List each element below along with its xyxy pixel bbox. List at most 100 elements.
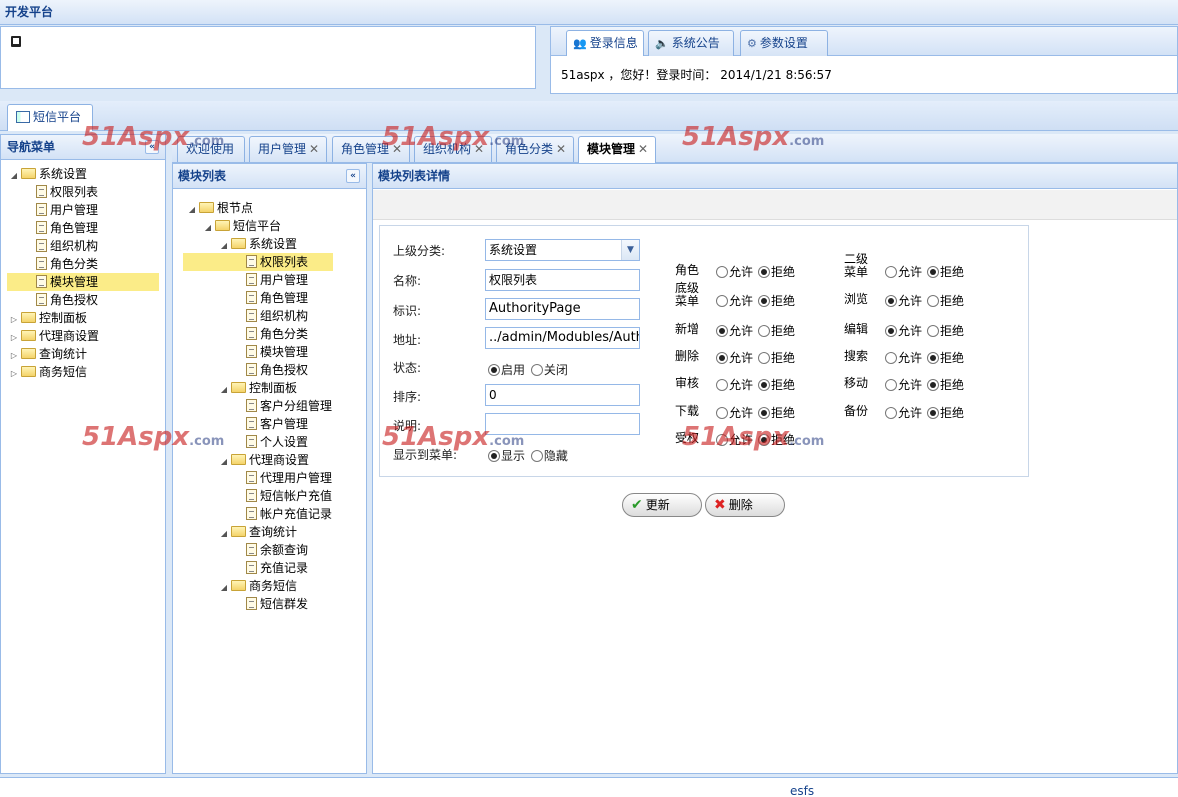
allow-radio[interactable] xyxy=(716,352,728,364)
deny-radio[interactable] xyxy=(758,379,771,391)
tree-item[interactable]: 角色授权 xyxy=(7,291,98,309)
deny-label: 拒绝 xyxy=(771,324,796,338)
top-tab-1[interactable]: 🔈 系统公告 xyxy=(648,30,734,56)
deny-radio[interactable] xyxy=(927,266,940,278)
allow-radio[interactable] xyxy=(885,407,897,419)
collapse-arrow-icon[interactable]: ◢ xyxy=(203,219,213,237)
close-icon[interactable]: ✕ xyxy=(309,142,319,156)
document-icon xyxy=(246,435,257,448)
allow-radio[interactable] xyxy=(885,295,897,307)
tree-item[interactable]: 余额查询 xyxy=(241,541,308,559)
tree-item[interactable]: 角色分类 xyxy=(241,325,308,343)
collapse-arrow-icon[interactable]: ◢ xyxy=(219,525,229,543)
tree-item[interactable]: 角色授权 xyxy=(241,361,308,379)
tree-item[interactable]: 角色分类 xyxy=(7,255,98,273)
tree-folder[interactable]: ◢ 系统设置 xyxy=(219,235,297,253)
allow-radio[interactable] xyxy=(885,379,897,391)
deny-label: 拒绝 xyxy=(940,294,965,308)
deny-label: 拒绝 xyxy=(940,406,965,420)
deny-radio[interactable] xyxy=(927,379,940,391)
allow-radio[interactable] xyxy=(885,266,897,278)
allow-radio[interactable] xyxy=(716,325,728,337)
url-input[interactable]: ../admin/Modubles/Authority xyxy=(485,327,640,349)
tree-item[interactable]: 个人设置 xyxy=(241,433,308,451)
tree-item[interactable]: 短信群发 xyxy=(241,595,308,613)
tree-folder[interactable]: ▷ 商务短信 xyxy=(9,363,87,381)
platform-tab[interactable]: 短信平台 xyxy=(7,104,93,131)
tree-item[interactable]: 用户管理 xyxy=(7,201,98,219)
tree-item[interactable]: 角色管理 xyxy=(7,219,98,237)
perm-radios: 允许 拒绝 xyxy=(716,349,795,366)
allow-radio[interactable] xyxy=(885,325,897,337)
tree-folder[interactable]: ◢ 控制面板 xyxy=(219,379,297,397)
parent-select[interactable]: 系统设置 ▼ xyxy=(485,239,640,261)
collapse-arrow-icon[interactable]: ◢ xyxy=(187,201,197,219)
tab-1[interactable]: 用户管理 ✕ xyxy=(249,136,327,162)
document-icon xyxy=(246,255,257,268)
collapse-arrow-icon[interactable]: ◢ xyxy=(219,381,229,399)
allow-radio[interactable] xyxy=(716,295,728,307)
tree-item[interactable]: 客户管理 xyxy=(241,415,308,433)
tree-folder[interactable]: ◢ 代理商设置 xyxy=(219,451,309,469)
top-tab-0[interactable]: 👥 登录信息 xyxy=(566,30,644,56)
allow-radio[interactable] xyxy=(716,407,728,419)
tree-folder[interactable]: ◢ 根节点 xyxy=(187,199,253,217)
tree-folder[interactable]: ◢ 短信平台 xyxy=(203,217,281,235)
watermark-logo: 51Aspx.com xyxy=(82,422,224,452)
top-tab-2[interactable]: ⚙ 参数设置 xyxy=(740,30,828,56)
tree-item[interactable]: 用户管理 xyxy=(241,271,308,289)
tree-item[interactable]: 充值记录 xyxy=(241,559,308,577)
tab-5[interactable]: 模块管理 ✕ xyxy=(578,136,656,163)
tree-item[interactable]: 权限列表 xyxy=(7,183,98,201)
tree-item[interactable]: 客户分组管理 xyxy=(241,397,332,415)
tree-folder[interactable]: ◢ 商务短信 xyxy=(219,577,297,595)
tree-item-label: 客户分组管理 xyxy=(260,399,333,413)
perm-radios: 允许 拒绝 xyxy=(885,292,964,309)
collapse-arrow-icon[interactable]: ◢ xyxy=(219,579,229,597)
code-input[interactable]: AuthorityPage xyxy=(485,298,640,320)
collapse-left-icon[interactable]: « xyxy=(346,169,360,183)
close-icon[interactable]: ✕ xyxy=(638,142,648,156)
close-icon[interactable]: ✕ xyxy=(556,142,566,156)
tree-item[interactable]: 模块管理 xyxy=(7,273,159,291)
status-label: 状态: xyxy=(393,361,422,375)
tree-item[interactable]: 组织机构 xyxy=(241,307,308,325)
deny-radio[interactable] xyxy=(927,407,940,419)
deny-radio[interactable] xyxy=(927,325,940,337)
status-off-radio[interactable] xyxy=(530,364,543,376)
tree-item[interactable]: 代理用户管理 xyxy=(241,469,332,487)
status-on-radio[interactable] xyxy=(488,364,500,376)
tree-item[interactable]: 短信帐户充值 xyxy=(241,487,332,505)
module-list-header: 模块列表 « xyxy=(173,164,366,189)
tree-item[interactable]: 组织机构 xyxy=(7,237,98,255)
deny-radio[interactable] xyxy=(758,325,771,337)
tree-folder[interactable]: ◢ 系统设置 xyxy=(9,165,87,183)
deny-radio[interactable] xyxy=(927,352,940,364)
tree-item[interactable]: 帐户充值记录 xyxy=(241,505,332,523)
show-no-radio[interactable] xyxy=(530,450,543,462)
deny-radio[interactable] xyxy=(758,295,771,307)
allow-radio[interactable] xyxy=(716,266,728,278)
tree-folder[interactable]: ▷ 代理商设置 xyxy=(9,327,99,345)
deny-radio[interactable] xyxy=(927,295,940,307)
tree-folder[interactable]: ▷ 控制面板 xyxy=(9,309,87,327)
delete-button[interactable]: ✖ 删除 xyxy=(705,493,785,517)
tree-item[interactable]: 角色管理 xyxy=(241,289,308,307)
name-input[interactable]: 权限列表 xyxy=(485,269,640,291)
tree-folder[interactable]: ▷ 查询统计 xyxy=(9,345,87,363)
deny-radio[interactable] xyxy=(758,266,771,278)
collapse-arrow-icon[interactable]: ◢ xyxy=(219,453,229,471)
folder-icon xyxy=(215,220,230,231)
tree-folder[interactable]: ◢ 查询统计 xyxy=(219,523,297,541)
name-label: 名称: xyxy=(393,274,422,288)
expand-arrow-icon[interactable]: ▷ xyxy=(9,365,19,383)
deny-radio[interactable] xyxy=(758,352,771,364)
sort-input[interactable]: 0 xyxy=(485,384,640,406)
tree-item[interactable]: 权限列表 xyxy=(183,253,333,271)
allow-radio[interactable] xyxy=(716,379,728,391)
folder-icon xyxy=(21,348,36,359)
tree-item[interactable]: 模块管理 xyxy=(241,343,308,361)
update-button[interactable]: ✔ 更新 xyxy=(622,493,702,517)
allow-radio[interactable] xyxy=(885,352,897,364)
deny-radio[interactable] xyxy=(758,407,771,419)
